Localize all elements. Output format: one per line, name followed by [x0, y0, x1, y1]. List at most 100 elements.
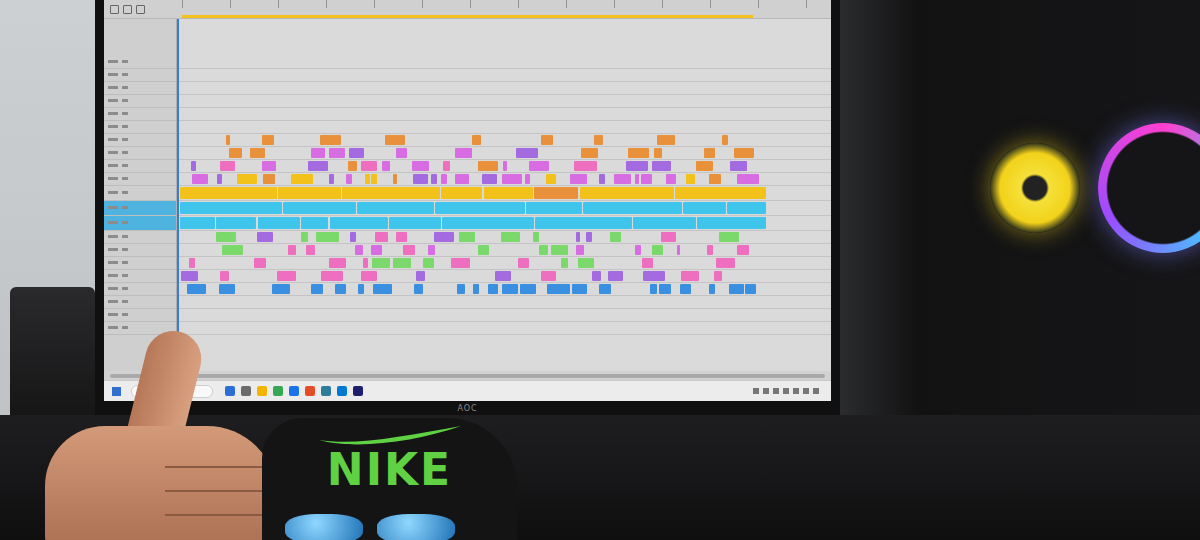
track-header[interactable] [104, 231, 176, 244]
timeline-clip[interactable] [472, 135, 481, 145]
timeline-clip[interactable] [734, 148, 754, 158]
track-toggle-mark[interactable] [122, 125, 128, 128]
app-icon[interactable] [305, 386, 315, 396]
timeline-clip[interactable] [350, 232, 356, 242]
timeline-clip[interactable] [610, 232, 621, 242]
track-toggle-mark[interactable] [122, 99, 128, 102]
timeline-clip[interactable] [375, 232, 388, 242]
timeline-clip[interactable] [516, 148, 537, 158]
timeline-clip[interactable] [428, 245, 435, 255]
timeline-clip[interactable] [216, 232, 236, 242]
timeline-clip[interactable] [696, 161, 713, 171]
timeline-ruler[interactable] [104, 0, 831, 19]
timeline-clip[interactable] [539, 245, 549, 255]
timeline-clip[interactable] [311, 284, 323, 294]
start-icon[interactable] [112, 387, 121, 396]
timeline-clip[interactable] [316, 232, 339, 242]
app-icon[interactable] [337, 386, 347, 396]
timeline-clip[interactable] [643, 271, 665, 281]
timeline-clip[interactable] [435, 202, 525, 214]
timeline-clip[interactable] [413, 174, 429, 184]
timeline-clip[interactable] [654, 148, 662, 158]
track-header[interactable] [104, 160, 176, 173]
timeline-clip[interactable] [348, 161, 357, 171]
timeline-clip[interactable] [719, 232, 739, 242]
timeline-clip[interactable] [330, 217, 388, 229]
timeline-clip[interactable] [457, 284, 466, 294]
timeline-clip[interactable] [329, 258, 346, 268]
timeline-clip[interactable] [272, 284, 290, 294]
timeline-clip[interactable] [635, 174, 639, 184]
timeline-clip[interactable] [657, 135, 675, 145]
track-toggle-mark[interactable] [122, 261, 128, 264]
timeline-clip[interactable] [683, 202, 726, 214]
timeline-clip[interactable] [628, 148, 649, 158]
timeline-scrollbar[interactable] [104, 371, 831, 380]
track-toggle-mark[interactable] [122, 73, 128, 76]
timeline-clip[interactable] [714, 271, 722, 281]
timeline-clip[interactable] [365, 174, 370, 184]
timeline-clip[interactable] [301, 217, 328, 229]
track-header[interactable] [104, 95, 176, 108]
timeline-clip[interactable] [722, 135, 728, 145]
timeline-clip[interactable] [529, 161, 549, 171]
timeline-clip[interactable] [321, 271, 342, 281]
timeline-clip[interactable] [250, 148, 265, 158]
timeline-clip[interactable] [189, 258, 195, 268]
track-header[interactable] [104, 82, 176, 95]
track-header[interactable] [104, 69, 176, 82]
timeline-clip[interactable] [608, 271, 623, 281]
track-header[interactable] [104, 270, 176, 283]
track-toggle-mark[interactable] [122, 274, 128, 277]
track-header[interactable] [104, 244, 176, 257]
track-toggle-mark[interactable] [122, 151, 128, 154]
timeline-clip[interactable] [541, 135, 553, 145]
timeline-clip[interactable] [488, 284, 498, 294]
track-header[interactable] [104, 216, 176, 231]
timeline-clip[interactable] [229, 148, 243, 158]
timeline-clip[interactable] [546, 174, 556, 184]
timeline-clip[interactable] [641, 174, 652, 184]
timeline-clip[interactable] [495, 271, 511, 281]
track-header[interactable] [104, 296, 176, 309]
timeline-clip[interactable] [180, 187, 277, 199]
timeline-clip[interactable] [707, 245, 713, 255]
track-header[interactable] [104, 201, 176, 216]
track-header[interactable] [104, 56, 176, 69]
timeline-clip[interactable] [262, 135, 274, 145]
timeline-clip[interactable] [355, 245, 362, 255]
timeline-clip[interactable] [745, 284, 755, 294]
timeline-clip[interactable] [217, 174, 222, 184]
timeline-clip[interactable] [443, 161, 450, 171]
app-icon[interactable] [289, 386, 299, 396]
app-icon[interactable] [353, 386, 363, 396]
timeline-clip[interactable] [237, 174, 257, 184]
timeline-clip[interactable] [501, 232, 520, 242]
tool-icon[interactable] [123, 5, 132, 14]
timeline-clip[interactable] [502, 284, 518, 294]
timeline-clip[interactable] [680, 284, 691, 294]
scroll-thumb[interactable] [110, 374, 825, 378]
timeline-clip[interactable] [478, 245, 489, 255]
timeline-clip[interactable] [442, 217, 533, 229]
timeline-clip[interactable] [518, 258, 529, 268]
timeline-clip[interactable] [216, 217, 256, 229]
timeline-clip[interactable] [580, 187, 674, 199]
timeline-clip[interactable] [614, 174, 631, 184]
timeline-clip[interactable] [697, 217, 765, 229]
system-tray[interactable] [753, 388, 823, 394]
timeline-clip[interactable] [329, 174, 334, 184]
timeline-clip[interactable] [393, 174, 397, 184]
timeline-clip[interactable] [526, 202, 582, 214]
timeline-clip[interactable] [594, 135, 603, 145]
timeline-clip[interactable] [686, 174, 695, 184]
timeline-clip[interactable] [520, 284, 535, 294]
timeline-clip[interactable] [382, 161, 390, 171]
timeline-clip[interactable] [371, 245, 382, 255]
timeline-clip[interactable] [547, 284, 570, 294]
timeline-clip[interactable] [371, 174, 376, 184]
timeline-clip[interactable] [459, 232, 474, 242]
timeline-clip[interactable] [361, 271, 378, 281]
timeline-clip[interactable] [308, 161, 328, 171]
timeline-clip[interactable] [257, 232, 273, 242]
